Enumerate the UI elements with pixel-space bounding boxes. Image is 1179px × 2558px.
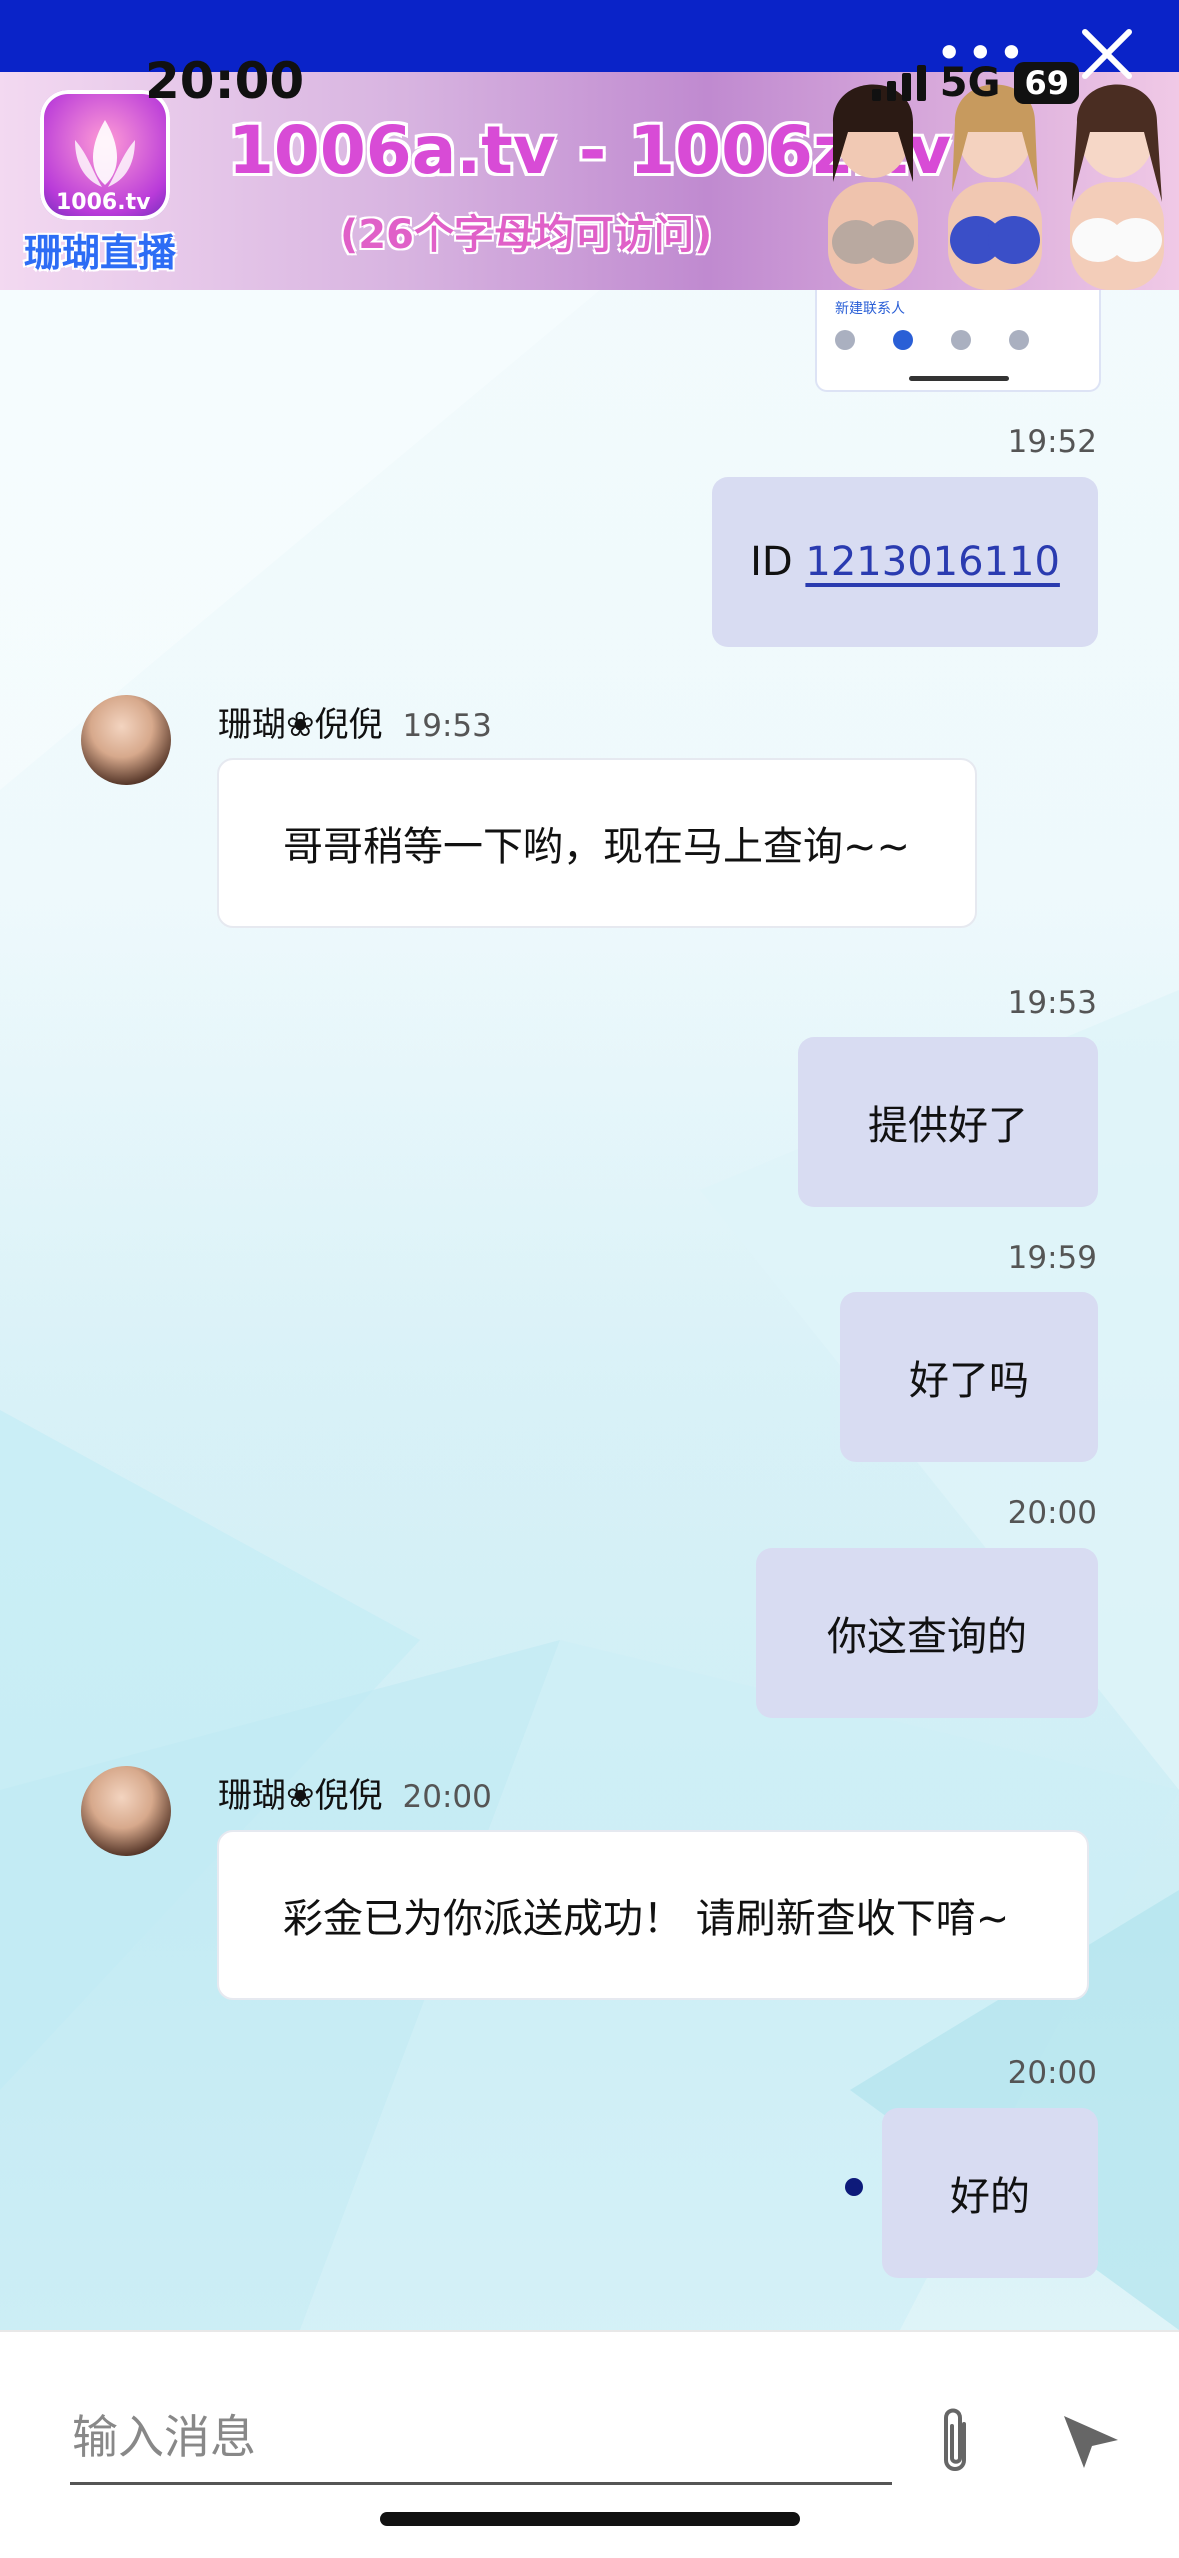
message-text: ID	[750, 539, 806, 585]
message-text: 提供好了	[868, 1103, 1028, 1149]
message-time: 20:00	[1007, 2055, 1097, 2091]
message-text: 彩金已为你派送成功！ 请刷新查收下唷~	[283, 1896, 1010, 1942]
message-input[interactable]	[70, 2392, 892, 2485]
message-bubble-incoming: 彩金已为你派送成功！ 请刷新查收下唷~	[217, 1830, 1089, 2000]
sender-line: 珊瑚❀倪倪 20:00	[218, 1768, 492, 1817]
message-time: 20:00	[402, 1779, 492, 1815]
message-text: 好的	[950, 2174, 1030, 2220]
preview-text: 新建联系人	[835, 301, 905, 317]
id-link[interactable]: 1213016110	[805, 539, 1060, 585]
home-indicator	[380, 2512, 800, 2526]
close-icon[interactable]	[1075, 22, 1139, 86]
sending-status-dot	[845, 2178, 863, 2196]
avatar[interactable]	[81, 1766, 171, 1856]
message-time: 19:53	[1007, 985, 1097, 1021]
battery-level: 69	[1014, 62, 1079, 104]
message-time: 19:52	[1007, 424, 1097, 460]
logo-name: 珊瑚直播	[24, 231, 177, 275]
paperclip-icon[interactable]	[930, 2402, 980, 2482]
sender-name: 珊瑚❀倪倪	[218, 1776, 383, 1816]
message-bubble-outgoing: 好了吗	[840, 1292, 1098, 1462]
message-bubble-incoming: 哥哥稍等一下哟，现在马上查询~~	[217, 758, 977, 928]
sender-name: 珊瑚❀倪倪	[218, 705, 383, 745]
sender-line: 珊瑚❀倪倪 19:53	[218, 697, 492, 746]
message-bubble-outgoing: ID 1213016110	[712, 477, 1098, 647]
message-time: 19:53	[402, 708, 492, 744]
banner-subtitle: (26个字母均可访问)	[340, 212, 713, 258]
avatar[interactable]	[81, 695, 171, 785]
send-icon[interactable]	[1060, 2410, 1122, 2472]
status-time: 20:00	[145, 52, 305, 110]
signal-icon	[871, 65, 926, 101]
message-text: 好了吗	[909, 1358, 1029, 1404]
message-time: 20:00	[1007, 1495, 1097, 1531]
message-time: 19:59	[1007, 1240, 1097, 1276]
logo-subtext: 1006.tv	[56, 190, 151, 215]
preview-tabbar	[835, 330, 1029, 350]
status-indicators: 5G 69	[871, 60, 1079, 106]
image-message-preview[interactable]: 新建联系人	[815, 290, 1101, 392]
message-text: 哥哥稍等一下哟，现在马上查询~~	[283, 824, 911, 870]
message-bubble-outgoing: 提供好了	[798, 1037, 1098, 1207]
message-bubble-outgoing: 你这查询的	[756, 1548, 1098, 1718]
preview-home-indicator	[909, 376, 1009, 381]
message-text: 你这查询的	[827, 1614, 1027, 1660]
message-bubble-outgoing: 好的	[882, 2108, 1098, 2278]
network-type: 5G	[939, 60, 1001, 106]
